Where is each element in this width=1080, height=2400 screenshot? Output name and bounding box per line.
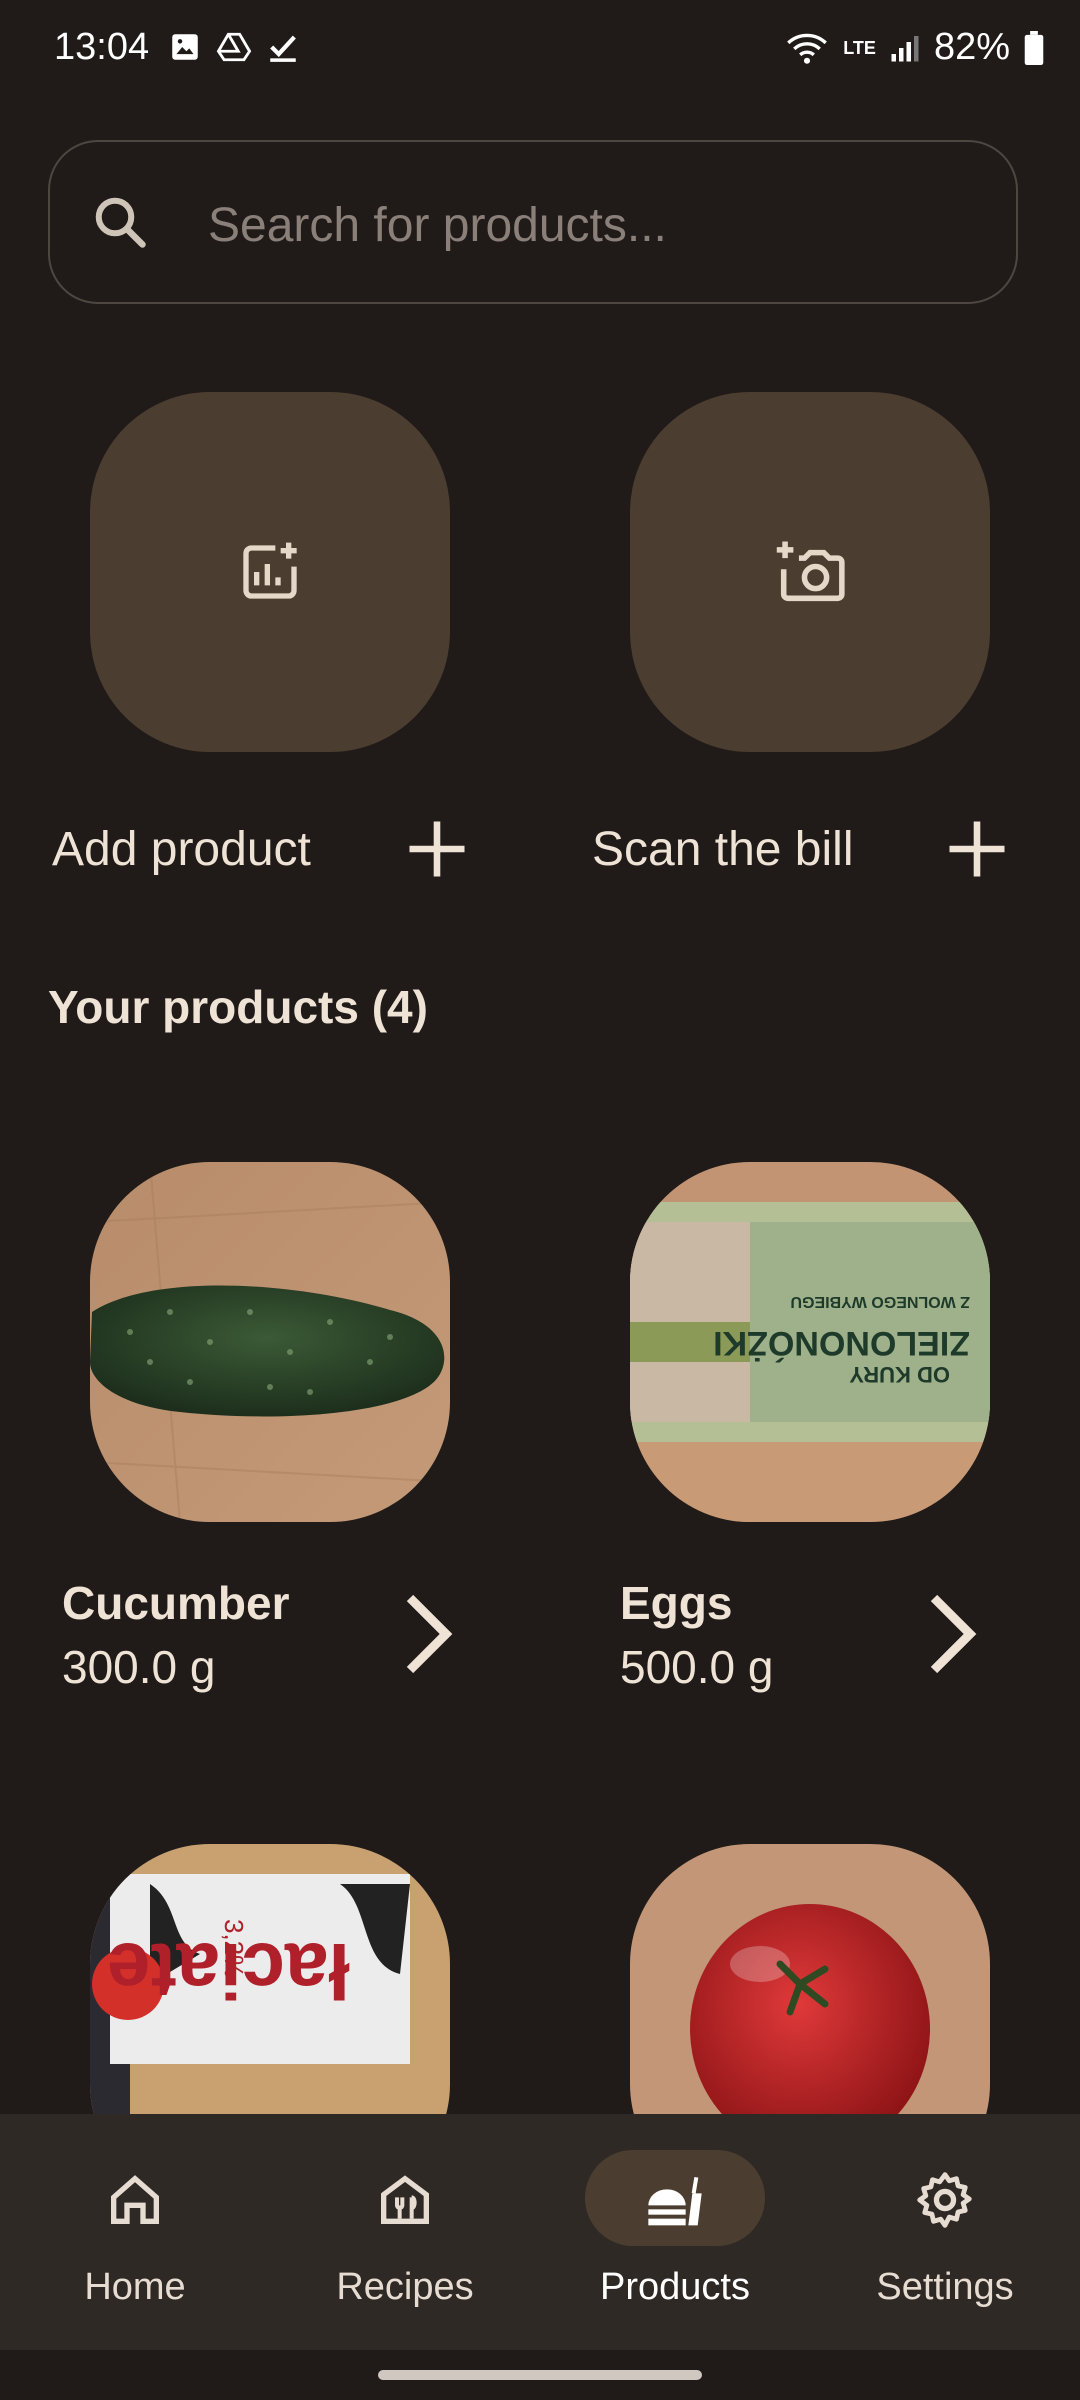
svg-text:3,2%: 3,2%	[219, 1919, 249, 1978]
battery-icon	[1024, 30, 1044, 65]
nav-label-settings: Settings	[876, 2266, 1014, 2308]
scan-bill-label[interactable]: Scan the bill	[592, 822, 854, 877]
svg-text:Z WOLNEGO WYBIEGU: Z WOLNEGO WYBIEGU	[790, 1293, 970, 1310]
drive-notification-icon	[216, 32, 252, 62]
system-status: LTE 82%	[785, 26, 1044, 69]
status-time: 13:04	[54, 26, 150, 68]
status-bar: 13:04 LTE 82%	[0, 0, 1080, 100]
wifi-icon	[787, 33, 828, 64]
cucumber-photo	[90, 1162, 450, 1522]
nav-recipes[interactable]: Recipes	[270, 2114, 540, 2350]
home-icon	[111, 2175, 159, 2224]
volte-icon: LTE	[843, 37, 876, 58]
search-bar[interactable]	[48, 140, 1018, 304]
signal-icon	[891, 35, 919, 61]
product-image-cucumber[interactable]	[90, 1162, 450, 1522]
recipes-icon	[381, 2175, 429, 2224]
gear-icon	[917, 2172, 972, 2228]
gesture-handle[interactable]	[378, 2370, 702, 2380]
nav-products[interactable]: Products	[540, 2114, 810, 2350]
chevron-right-icon[interactable]	[398, 1592, 458, 1676]
nav-settings[interactable]: Settings	[810, 2114, 1080, 2350]
svg-text:ZIELONONÓŻKI: ZIELONONÓŻKI	[713, 1324, 970, 1362]
nav-home[interactable]: Home	[0, 2114, 270, 2350]
task-done-icon	[270, 35, 296, 62]
bottom-navigation: Home Recipes Products Settings	[0, 2114, 1080, 2350]
add-chart-icon	[243, 542, 297, 599]
nav-label-home: Home	[84, 2266, 186, 2308]
svg-text:OD KURY: OD KURY	[849, 1362, 950, 1387]
product-image-eggs[interactable]: ZIELONONÓŻKI OD KURY Z WOLNEGO WYBIEGU	[630, 1162, 990, 1522]
nav-label-recipes: Recipes	[336, 2266, 474, 2308]
image-notification-icon	[172, 34, 198, 60]
product-quantity: 500.0 g	[620, 1641, 774, 1693]
notification-icons	[168, 30, 300, 64]
scan-bill-plus-icon[interactable]	[944, 816, 1010, 882]
search-input[interactable]	[206, 182, 970, 268]
products-section-title: Your products (4)	[48, 981, 428, 1033]
add-product-label[interactable]: Add product	[52, 822, 311, 877]
battery-percent: 82%	[933, 26, 1010, 68]
add-product-tile[interactable]	[90, 392, 450, 752]
nav-label-products: Products	[600, 2266, 750, 2308]
add-product-plus-icon[interactable]	[404, 816, 470, 882]
scan-bill-tile[interactable]	[630, 392, 990, 752]
products-icon	[648, 2177, 702, 2226]
product-name: Cucumber	[62, 1577, 290, 1629]
eggs-photo: ZIELONONÓŻKI OD KURY Z WOLNEGO WYBIEGU	[630, 1162, 990, 1522]
product-quantity: 300.0 g	[62, 1641, 216, 1693]
product-name: Eggs	[620, 1577, 733, 1629]
chevron-right-icon[interactable]	[922, 1592, 982, 1676]
add-camera-icon	[776, 541, 845, 602]
search-icon	[95, 197, 146, 248]
